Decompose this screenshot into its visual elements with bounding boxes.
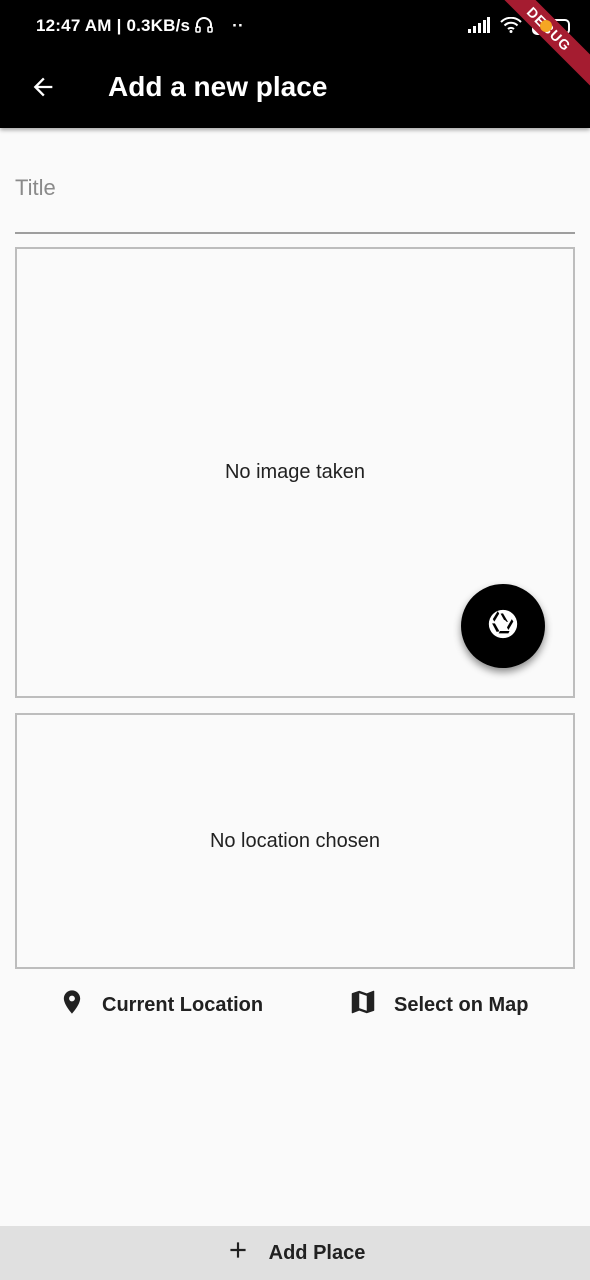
signal-icon [468,16,490,38]
headset-icon [195,16,218,35]
no-image-text: No image taken [224,461,366,483]
map-icon [348,987,378,1023]
status-bar: 12:47 AM | 0.3KB/s ·· [0,0,590,56]
take-picture-button[interactable] [461,584,545,668]
no-location-text: No location chosen [209,829,381,852]
add-place-button[interactable]: Add Place [0,1226,590,1280]
camera-aperture-icon [486,607,520,646]
title-field [15,164,575,234]
status-separator: | [116,16,127,35]
debug-indicator-dot [540,20,552,32]
notification-dots-icon: ·· [232,16,244,35]
location-pin-icon [58,987,86,1023]
status-network-speed: 0.3KB/s [126,16,191,35]
wifi-icon [500,16,522,38]
select-on-map-label: Select on Map [394,993,529,1016]
select-on-map-button[interactable]: Select on Map [348,982,528,1028]
location-preview-box: No location chosen [15,713,575,969]
current-location-label: Current Location [102,993,264,1016]
add-place-label: Add Place [268,1241,366,1264]
current-location-button[interactable]: Current Location [58,982,263,1028]
app-bar: Add a new place [0,56,590,128]
back-button[interactable] [22,68,64,110]
title-input[interactable] [15,164,575,212]
status-clock: 12:47 AM [36,16,112,35]
plus-icon [225,1237,251,1269]
arrow-left-icon [29,73,57,106]
page-title: Add a new place [108,71,328,102]
status-time: 12:47 AM | 0.3KB/s ·· [36,16,244,36]
